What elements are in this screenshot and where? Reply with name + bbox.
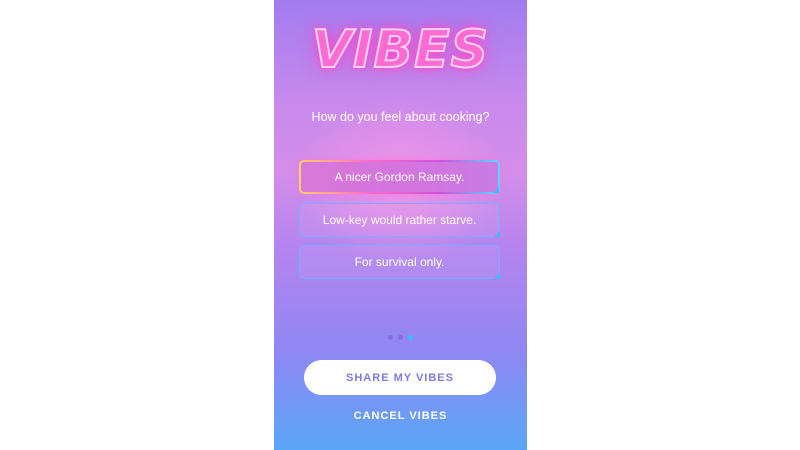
answer-option-2[interactable]: Low-key would rather starve. [299,203,500,237]
page-dot-1 [388,335,393,340]
pagination-dots [274,335,527,340]
vibes-screen: VIBES How do you feel about cooking? A n… [274,0,527,450]
vibes-logo: VIBES [311,19,490,81]
share-my-vibes-button[interactable]: SHARE MY VIBES [304,360,496,395]
cancel-vibes-link[interactable]: CANCEL VIBES [274,410,527,422]
answer-option-label: For survival only. [354,255,445,269]
corner-triangle-icon [494,231,500,237]
answer-option-3[interactable]: For survival only. [299,245,500,279]
corner-triangle-icon [494,273,500,279]
answer-option-1[interactable]: A nicer Gordon Ramsay. [299,160,500,194]
answer-option-label: Low-key would rather starve. [322,213,477,227]
answer-option-label: A nicer Gordon Ramsay. [334,170,465,184]
page-dot-2 [398,335,403,340]
corner-triangle-icon [493,187,499,193]
question-text: How do you feel about cooking? [311,110,490,124]
page-dot-3 [408,335,413,340]
